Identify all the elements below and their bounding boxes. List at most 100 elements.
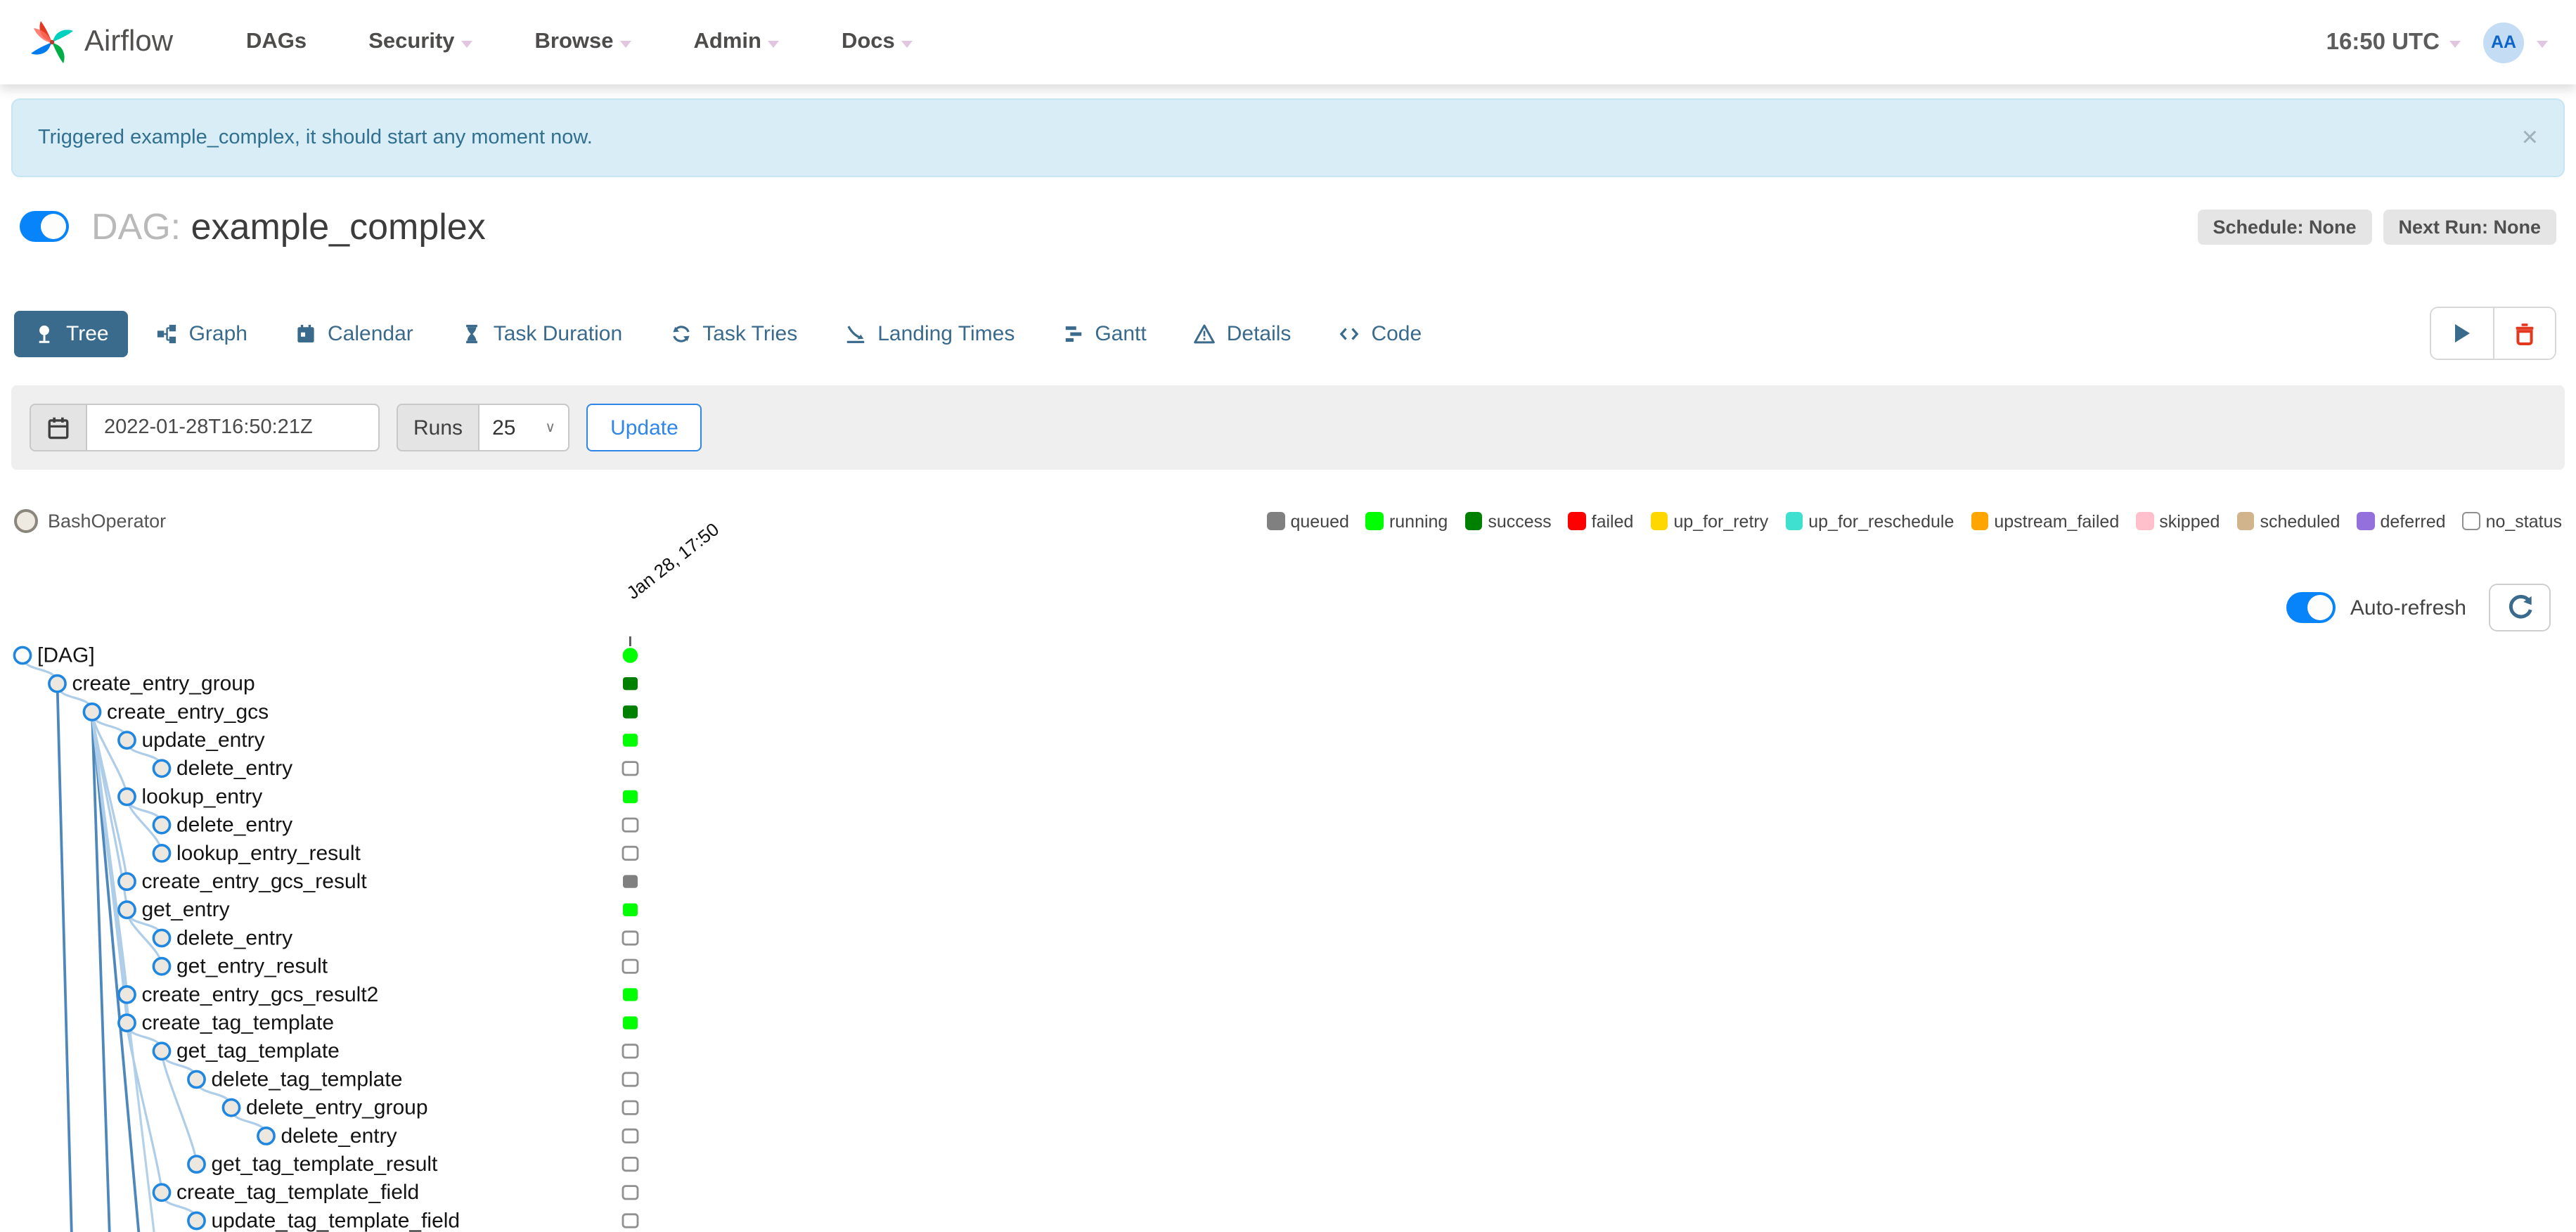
task-node-create-entry-gcs-result[interactable] <box>117 872 136 892</box>
hourglass-icon <box>461 323 482 344</box>
task-status-cell[interactable] <box>622 1044 639 1059</box>
task-node-lookup-entry-result[interactable] <box>152 844 172 863</box>
calendar-addon[interactable] <box>30 404 87 451</box>
task-label: lookup_entry_result <box>176 842 361 865</box>
status-label: failed <box>1591 511 1634 531</box>
tab-label: Task Duration <box>493 321 623 345</box>
task-node-update-tag-template-field[interactable] <box>187 1211 206 1231</box>
task-node-delete-entry[interactable] <box>257 1127 276 1146</box>
nav-item-browse[interactable]: Browse <box>535 30 632 55</box>
tab-label: Task Tries <box>702 321 798 345</box>
tab-landing-times[interactable]: Landing Times <box>825 310 1034 357</box>
task-status-cell[interactable] <box>623 988 638 1001</box>
operator-circle-icon <box>14 509 38 533</box>
legend-status-scheduled: scheduled <box>2236 511 2340 531</box>
airflow-logo[interactable]: Airflow <box>28 18 173 66</box>
task-status-cell[interactable] <box>622 817 639 833</box>
task-status-cell[interactable] <box>622 845 639 861</box>
task-node-get-entry[interactable] <box>117 900 136 920</box>
task-status-cell[interactable] <box>622 1157 639 1172</box>
code-icon <box>1339 323 1360 344</box>
task-status-cell[interactable] <box>623 677 638 691</box>
tab-gantt[interactable]: Gantt <box>1043 310 1166 357</box>
task-label: update_entry <box>142 729 265 752</box>
task-node-DAG[interactable] <box>13 646 32 665</box>
nav-item-dags[interactable]: DAGs <box>246 30 307 55</box>
toggle-knob <box>2307 595 2333 620</box>
task-node-get-tag-template-result[interactable] <box>187 1155 206 1174</box>
task-status-cell[interactable] <box>622 1185 639 1200</box>
task-node-delete-entry-group[interactable] <box>221 1098 241 1117</box>
task-node-delete-entry[interactable] <box>152 928 172 948</box>
task-status-cell[interactable] <box>623 1016 638 1029</box>
tab-calendar[interactable]: Calendar <box>276 310 433 357</box>
task-status-cell[interactable] <box>622 1128 639 1143</box>
view-tabs: Tree Graph Calendar Task Duration Task Tries… <box>14 307 2556 360</box>
status-label: up_for_reschedule <box>1808 511 1954 531</box>
avatar: AA <box>2483 22 2524 63</box>
task-status-cell[interactable] <box>623 733 638 747</box>
task-node-create-tag-template[interactable] <box>117 1013 136 1033</box>
navbar: Airflow DAGs Security Browse Admin Docs 16:5… <box>0 0 2576 84</box>
task-node-lookup-entry[interactable] <box>117 787 136 807</box>
trigger-dag-button[interactable] <box>2431 308 2493 359</box>
status-swatch-icon <box>2357 512 2375 530</box>
task-status-cell[interactable] <box>622 1213 639 1228</box>
nav-item-admin[interactable]: Admin <box>694 30 780 55</box>
filter-bar: Runs 25 ∨ Update <box>11 385 2565 470</box>
task-status-cell[interactable] <box>623 875 638 888</box>
legend-status-up_for_retry: up_for_retry <box>1650 511 1768 531</box>
graph-icon <box>157 323 178 344</box>
num-runs-value: 25 <box>492 416 516 439</box>
user-menu[interactable]: AA <box>2483 22 2548 63</box>
task-node-create-entry-gcs-result2[interactable] <box>117 985 136 1004</box>
task-node-create-entry-group[interactable] <box>48 674 67 693</box>
task-node-get-tag-template[interactable] <box>152 1041 172 1061</box>
legend-status-running: running <box>1365 511 1448 531</box>
task-node-get-entry-result[interactable] <box>152 956 172 976</box>
tab-task-tries[interactable]: Task Tries <box>650 310 817 357</box>
clock-dropdown[interactable]: 16:50 UTC <box>2326 29 2461 56</box>
task-status-cell[interactable] <box>622 1100 639 1115</box>
tab-details[interactable]: Details <box>1175 310 1311 357</box>
nav-item-docs[interactable]: Docs <box>842 30 913 55</box>
alert-message: Triggered example_complex, it should sta… <box>38 127 593 149</box>
clock-label: 16:50 UTC <box>2326 29 2440 54</box>
dag-run-status-circle[interactable] <box>622 648 638 663</box>
task-node-create-tag-template-field[interactable] <box>152 1183 172 1202</box>
task-node-delete-tag-template[interactable] <box>187 1070 206 1089</box>
task-node-create-entry-gcs[interactable] <box>82 702 102 721</box>
base-date-input[interactable] <box>87 404 380 451</box>
task-status-cell[interactable] <box>622 958 639 974</box>
delete-dag-button[interactable] <box>2493 308 2555 359</box>
task-status-cell[interactable] <box>623 903 638 916</box>
tree-edge <box>160 1051 198 1164</box>
refresh-button[interactable] <box>2489 584 2551 631</box>
dag-pause-toggle[interactable] <box>20 211 69 242</box>
auto-refresh-toggle[interactable] <box>2286 592 2336 623</box>
task-node-delete-entry[interactable] <box>152 815 172 835</box>
num-runs-select[interactable]: 25 ∨ <box>479 404 570 451</box>
task-status-cell[interactable] <box>623 790 638 804</box>
tab-graph[interactable]: Graph <box>137 310 267 357</box>
close-icon[interactable]: × <box>2522 124 2538 152</box>
task-node-update-entry[interactable] <box>117 731 136 750</box>
nav-item-security[interactable]: Security <box>368 30 473 55</box>
tab-tree[interactable]: Tree <box>14 310 129 357</box>
task-node-delete-entry[interactable] <box>152 759 172 778</box>
status-label: success <box>1488 511 1552 531</box>
tab-task-duration[interactable]: Task Duration <box>442 310 642 357</box>
task-status-cell[interactable] <box>622 930 639 946</box>
task-label: get_entry <box>142 898 230 921</box>
task-status-cell[interactable] <box>622 761 639 776</box>
status-label: scheduled <box>2260 511 2340 531</box>
update-button[interactable]: Update <box>586 404 702 451</box>
tab-code[interactable]: Code <box>1319 310 1441 357</box>
chevron-down-icon <box>2449 40 2461 47</box>
landing-icon <box>845 323 866 344</box>
task-status-cell[interactable] <box>622 1072 639 1087</box>
task-status-cell[interactable] <box>623 705 638 719</box>
task-label: create_entry_group <box>72 672 255 695</box>
task-label: create_tag_template <box>142 1011 335 1034</box>
gantt-icon <box>1062 323 1083 344</box>
